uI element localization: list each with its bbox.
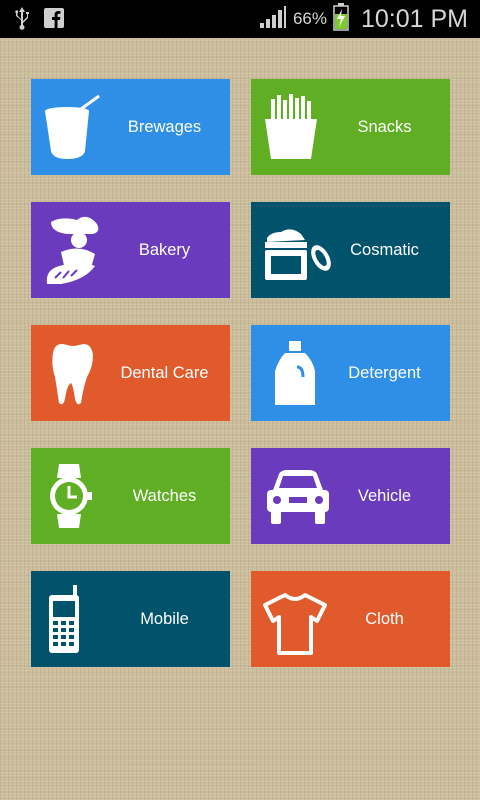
category-label: Bakery [138, 240, 191, 259]
baker-icon [41, 214, 113, 286]
clock: 10:01 PM [360, 4, 468, 33]
detergent-bottle-icon [261, 337, 333, 409]
category-tile-cloth[interactable]: Cloth [251, 571, 450, 667]
signal-icon [259, 5, 287, 34]
category-tile-dental-care[interactable]: Dental Care [31, 325, 230, 421]
category-tile-cosmatic[interactable]: Cosmatic [251, 202, 450, 298]
category-label: Snacks [357, 117, 412, 136]
fries-icon [261, 91, 333, 163]
battery-charging-icon [333, 2, 349, 36]
car-icon [261, 460, 333, 532]
category-tile-bakery[interactable]: Bakery [31, 202, 230, 298]
cream-jar-icon [261, 214, 333, 286]
category-label: Dental Care [120, 363, 209, 382]
battery-percent: 66% [292, 9, 327, 28]
cup-icon [41, 91, 113, 163]
category-label: Mobile [140, 609, 189, 628]
category-tile-snacks[interactable]: Snacks [251, 79, 450, 175]
mobile-phone-icon [41, 583, 113, 655]
status-bar: 66% 10:01 PM [0, 0, 480, 38]
tooth-icon [41, 337, 113, 409]
watch-icon [41, 460, 113, 532]
category-tile-detergent[interactable]: Detergent [251, 325, 450, 421]
category-label: Cosmatic [350, 240, 419, 259]
category-label: Detergent [348, 363, 421, 382]
category-label: Cloth [365, 609, 404, 628]
category-tile-mobile[interactable]: Mobile [31, 571, 230, 667]
category-tile-brewages[interactable]: Brewages [31, 79, 230, 175]
category-label: Watches [132, 486, 197, 505]
category-tile-vehicle[interactable]: Vehicle [251, 448, 450, 544]
category-label: Brewages [127, 117, 202, 136]
facebook-icon [44, 8, 64, 33]
category-tile-watches[interactable]: Watches [31, 448, 230, 544]
usb-icon [14, 6, 30, 35]
tshirt-icon [261, 583, 333, 655]
category-label: Vehicle [357, 486, 412, 505]
